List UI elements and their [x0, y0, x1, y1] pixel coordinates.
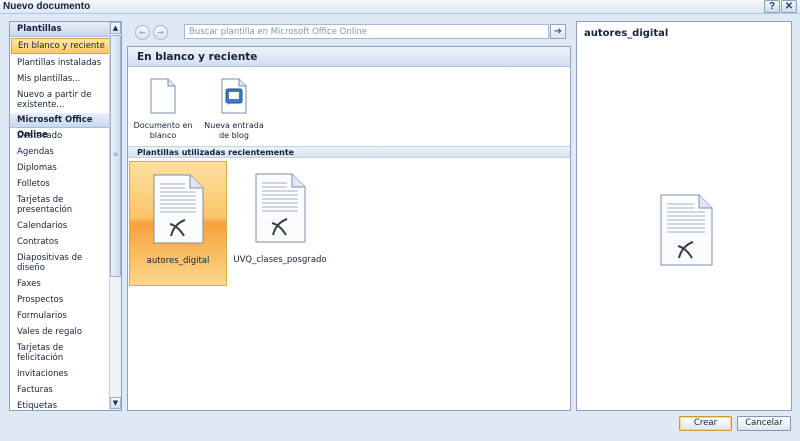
scrollbar-grip-icon: ≡ — [113, 151, 119, 158]
search-input[interactable] — [185, 25, 548, 38]
blank-document-icon — [150, 78, 176, 114]
template-label: autores_digital — [146, 256, 210, 266]
sidebar-header-plantillas: Plantillas — [10, 22, 111, 37]
recent-templates-header: Plantillas utilizadas recientemente — [128, 146, 570, 158]
template-label: UVQ_clases_posgrado — [233, 255, 327, 265]
sidebar-item-design-slides[interactable]: Diapositivas de diseño — [10, 250, 111, 276]
recent-template-autores-digital[interactable]: autores_digital — [129, 161, 227, 286]
forward-button[interactable]: → — [153, 25, 168, 40]
template-search-box[interactable] — [184, 24, 549, 39]
sidebar-item-agendas[interactable]: Agendas — [10, 144, 111, 160]
sidebar-item-flyers[interactable]: Prospectos — [10, 292, 111, 308]
template-preview-icon — [660, 194, 713, 266]
scrollbar-thumb[interactable]: ≡ — [110, 35, 121, 277]
cancel-button[interactable]: Cancelar — [737, 416, 791, 431]
window-title: Nuevo documento — [3, 1, 91, 12]
panel-title: En blanco y reciente — [128, 47, 570, 67]
sidebar-item-invoices[interactable]: Facturas — [10, 382, 111, 398]
template-document-icon — [255, 173, 306, 243]
template-label: Documento en blanco — [133, 121, 193, 140]
close-button[interactable]: ✕ — [781, 0, 797, 13]
category-list: Plantillas En blanco y reciente Plantill… — [10, 22, 111, 410]
template-blog-post[interactable]: Nueva entrada de blog — [200, 78, 268, 141]
sidebar-item-business-cards[interactable]: Tarjetas de presentación — [10, 192, 111, 218]
scroll-down-arrow-icon[interactable]: ▼ — [110, 397, 121, 409]
sidebar-header-office-online: Microsoft Office Online — [10, 113, 111, 140]
sidebar-item-contracts[interactable]: Contratos — [10, 234, 111, 250]
sidebar-item-invitations[interactable]: Invitaciones — [10, 366, 111, 382]
sidebar-item-blank-recent[interactable]: En blanco y reciente — [11, 38, 110, 54]
sidebar-item-calendars[interactable]: Calendarios — [10, 218, 111, 234]
search-go-button[interactable]: ➜ — [550, 24, 566, 39]
sidebar-item-labels[interactable]: Etiquetas — [10, 398, 111, 410]
sidebar-item-gift-certificates[interactable]: Vales de regalo — [10, 324, 111, 340]
template-category-sidebar: Plantillas En blanco y reciente Plantill… — [9, 21, 122, 411]
sidebar-scrollbar[interactable]: ▲ ≡ ▼ — [109, 22, 121, 410]
help-button[interactable]: ? — [764, 0, 780, 13]
template-preview-panel: autores_digital — [576, 21, 792, 411]
scroll-up-arrow-icon[interactable]: ▲ — [110, 22, 121, 34]
templates-panel: En blanco y reciente Documento en blanco… — [127, 46, 571, 411]
sidebar-item-installed[interactable]: Plantillas instaladas — [10, 55, 111, 71]
recent-template-uvq-clases-posgrado[interactable]: UVQ_clases_posgrado — [231, 161, 329, 286]
sidebar-item-brochures[interactable]: Folletos — [10, 176, 111, 192]
sidebar-item-forms[interactable]: Formularios — [10, 308, 111, 324]
template-document-icon — [153, 174, 204, 244]
sidebar-item-my-templates[interactable]: Mis plantillas... — [10, 71, 111, 87]
template-label: Nueva entrada de blog — [204, 121, 264, 140]
sidebar-item-diplomas[interactable]: Diplomas — [10, 160, 111, 176]
sidebar-item-new-from-existing[interactable]: Nuevo a partir de existente... — [10, 87, 111, 113]
create-button[interactable]: Crear — [679, 416, 732, 431]
preview-title: autores_digital — [584, 28, 669, 39]
blog-post-icon — [221, 78, 247, 114]
title-bar: Nuevo documento ? ✕ — [0, 0, 800, 14]
sidebar-item-greeting-cards[interactable]: Tarjetas de felicitación — [10, 340, 111, 366]
template-blank-document[interactable]: Documento en blanco — [129, 78, 197, 141]
back-button[interactable]: ← — [135, 25, 150, 40]
sidebar-item-faxes[interactable]: Faxes — [10, 276, 111, 292]
